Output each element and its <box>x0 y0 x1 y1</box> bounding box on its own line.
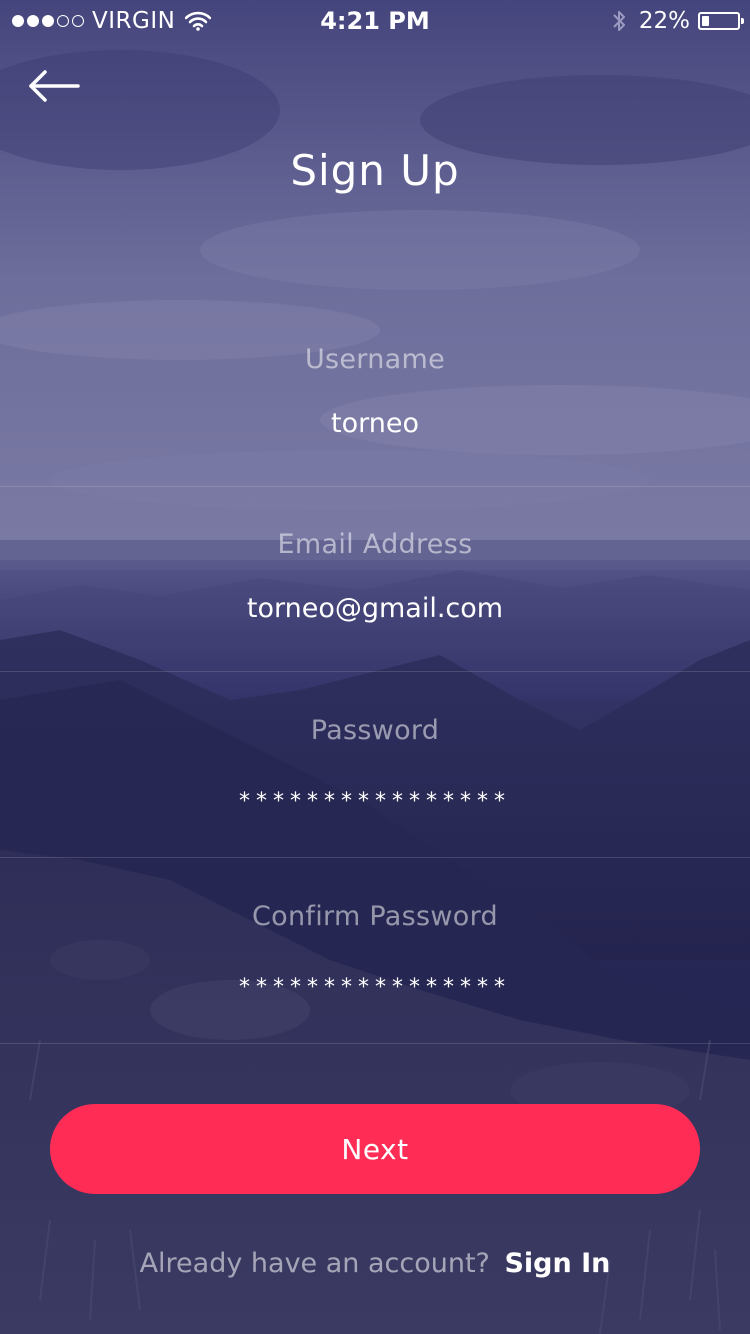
battery-level-fill <box>702 16 709 26</box>
password-field-group: Password <box>0 673 750 858</box>
confirm-password-field-group: Confirm Password <box>0 859 750 1044</box>
back-button[interactable] <box>22 62 86 110</box>
page-title: Sign Up <box>290 146 460 195</box>
arrow-left-icon <box>29 70 80 102</box>
battery-percentage: 22% <box>638 8 690 34</box>
password-input[interactable] <box>60 781 690 821</box>
username-field-group: Username <box>0 302 750 487</box>
bluetooth-icon <box>613 11 625 31</box>
status-right: 22% <box>611 0 744 42</box>
email-label: Email Address <box>277 529 473 560</box>
email-input[interactable] <box>60 583 690 633</box>
next-button[interactable]: Next <box>50 1104 700 1194</box>
username-input[interactable] <box>60 398 690 448</box>
sign-in-link[interactable]: Sign In <box>504 1248 610 1279</box>
status-bar: VIRGIN 4:21 PM 22% <box>0 0 750 42</box>
sign-in-prompt: Already have an account? <box>139 1248 490 1279</box>
confirm-password-label: Confirm Password <box>252 901 498 932</box>
confirm-password-input[interactable] <box>60 967 690 1007</box>
sign-in-row: Already have an account? Sign In <box>0 1244 750 1284</box>
email-field-group: Email Address <box>0 487 750 672</box>
battery-icon <box>698 12 744 30</box>
password-label: Password <box>310 715 440 746</box>
sign-up-screen: VIRGIN 4:21 PM 22% Sign Up Username torn… <box>0 0 750 1334</box>
username-label: Username <box>304 344 446 375</box>
battery-tip <box>741 18 744 24</box>
